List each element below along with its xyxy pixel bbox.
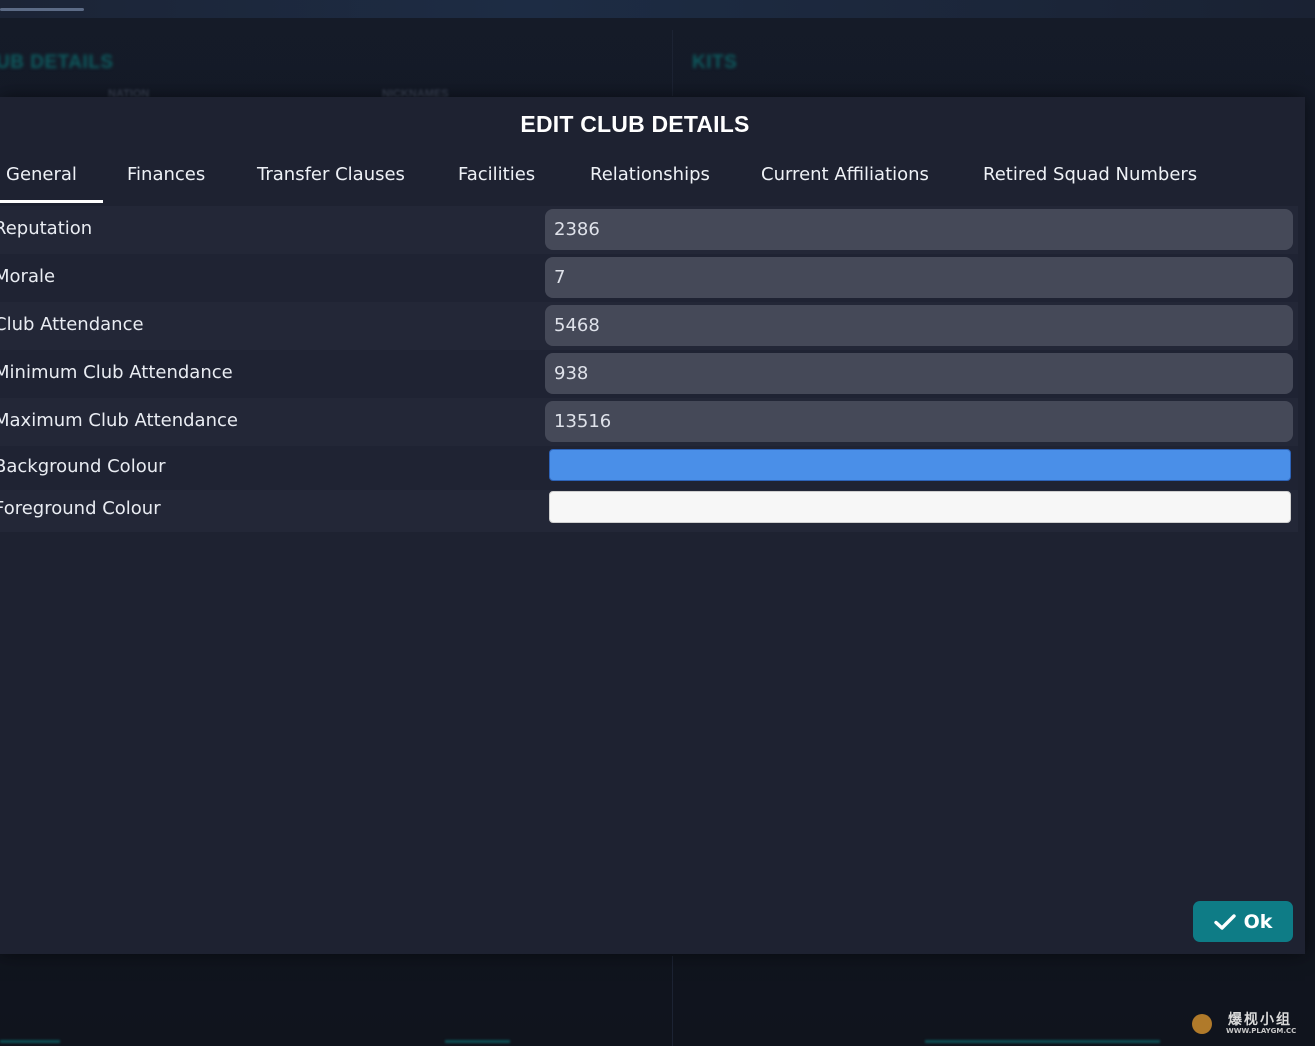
watermark-text: 爆枧小组 [1228, 1012, 1292, 1028]
dialog-title: EDIT CLUB DETAILS [520, 111, 750, 137]
field-label: Reputation [0, 218, 93, 239]
tab-general[interactable]: General [0, 155, 103, 203]
tab-finances[interactable]: Finances [127, 155, 205, 203]
watermark-badge-icon [1192, 1014, 1212, 1034]
foreground-colour-swatch[interactable] [549, 491, 1291, 523]
field-label: Minimum Club Attendance [0, 362, 233, 383]
tab-bar: General Finances Transfer Clauses Facili… [0, 155, 1305, 205]
field-label: Maximum Club Attendance [0, 410, 238, 431]
maximum-club-attendance-input[interactable] [545, 401, 1293, 442]
club-attendance-input[interactable] [545, 305, 1293, 346]
ok-label: Ok [1243, 910, 1273, 933]
field-row-morale: Morale [0, 254, 1298, 302]
field-row-foreground-colour: Foreground Colour [0, 490, 1298, 532]
tab-relationships[interactable]: Relationships [590, 155, 710, 203]
watermark-url: WWW.PLAYGM.CC [1226, 1027, 1297, 1035]
field-label: Club Attendance [0, 314, 144, 335]
minimum-club-attendance-input[interactable] [545, 353, 1293, 394]
tab-facilities[interactable]: Facilities [458, 155, 535, 203]
background-bottom-accent [445, 1040, 510, 1043]
tab-transfer-clauses[interactable]: Transfer Clauses [257, 155, 405, 203]
field-label: Foreground Colour [0, 498, 161, 519]
field-row-club-attendance: Club Attendance [0, 302, 1298, 350]
ok-button[interactable]: Ok [1193, 901, 1293, 942]
field-row-background-colour: Background Colour [0, 446, 1298, 490]
field-row-minimum-club-attendance: Minimum Club Attendance [0, 350, 1298, 398]
tab-current-affiliations[interactable]: Current Affiliations [761, 155, 929, 203]
field-label: Background Colour [0, 456, 166, 477]
background-scroll-indicator [0, 8, 84, 11]
field-row-maximum-club-attendance: Maximum Club Attendance [0, 398, 1298, 446]
background-divider [672, 30, 673, 96]
background-bottom-accent [0, 1040, 60, 1043]
reputation-input[interactable] [545, 209, 1293, 250]
background-bottom-accent [925, 1040, 1160, 1043]
watermark-logo: 爆枧小组 WWW.PLAYGM.CC [1188, 1008, 1308, 1040]
tab-retired-squad-numbers[interactable]: Retired Squad Numbers [983, 155, 1197, 203]
field-row-reputation: Reputation [0, 206, 1298, 254]
background-top-bar [0, 0, 1315, 18]
background-divider-bottom [672, 956, 673, 1046]
background-colour-swatch[interactable] [549, 449, 1291, 481]
checkmark-icon [1213, 913, 1236, 930]
field-label: Morale [0, 266, 56, 287]
background-kits-heading: KITS [692, 52, 738, 73]
morale-input[interactable] [545, 257, 1293, 298]
edit-club-details-dialog: EDIT CLUB DETAILS General Finances Trans… [0, 97, 1305, 954]
background-club-details-heading: UB DETAILS [0, 52, 114, 73]
